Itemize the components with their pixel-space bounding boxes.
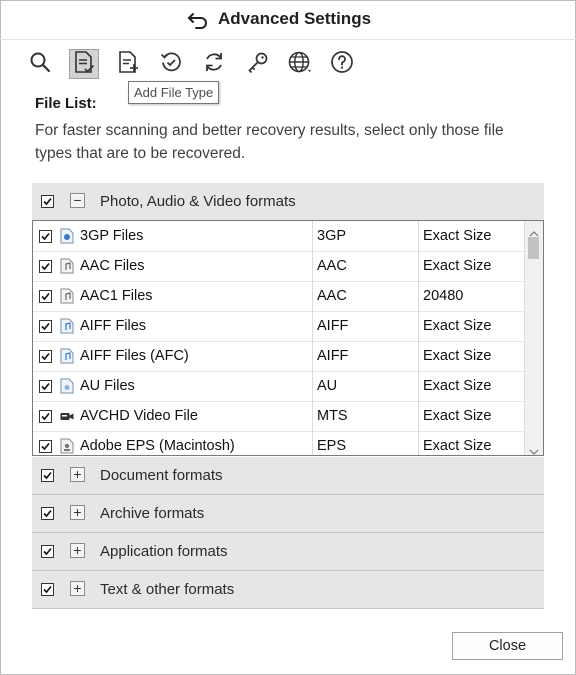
file-size[interactable]: Exact Size: [419, 311, 525, 341]
file-size[interactable]: Exact Size: [419, 401, 525, 431]
expand-toggle[interactable]: +: [70, 543, 85, 558]
file-name: AIFF Files: [33, 311, 313, 341]
file-name: AAC Files: [33, 251, 313, 281]
group-text-other: + Text & other formats: [32, 571, 544, 609]
group-archive: + Archive formats: [32, 495, 544, 533]
vertical-scrollbar[interactable]: [524, 221, 543, 455]
group-checkbox[interactable]: [41, 469, 54, 482]
file-name: AVCHD Video File: [33, 401, 313, 431]
list-item[interactable]: Adobe EPS (Macintosh) EPS Exact Size: [33, 431, 525, 455]
file-name: AU Files: [33, 371, 313, 401]
list-item[interactable]: AU Files AU Exact Size: [33, 371, 525, 401]
clock-check-icon: [159, 50, 183, 79]
file-list-icon: [72, 50, 96, 79]
group-label: Photo, Audio & Video formats: [100, 193, 296, 210]
file-extension: AIFF: [313, 311, 419, 341]
group-checkbox[interactable]: [41, 583, 54, 596]
scroll-down-icon[interactable]: [529, 443, 539, 455]
key-icon: [246, 50, 270, 79]
list-item[interactable]: AIFF Files AIFF Exact Size: [33, 311, 525, 341]
scroll-up-icon[interactable]: [529, 225, 539, 237]
list-item[interactable]: AIFF Files (AFC) AIFF Exact Size: [33, 341, 525, 371]
expand-toggle[interactable]: +: [70, 467, 85, 482]
resume-recovery-button[interactable]: [156, 49, 186, 79]
group-checkbox[interactable]: [41, 195, 54, 208]
search-button[interactable]: [25, 49, 55, 79]
list-item[interactable]: AAC Files AAC Exact Size: [33, 251, 525, 281]
add-file-type-icon: [116, 50, 140, 79]
file-size[interactable]: Exact Size: [419, 371, 525, 401]
group-document: + Document formats: [32, 457, 544, 495]
group-application: + Application formats: [32, 533, 544, 571]
group-label: Archive formats: [100, 505, 205, 522]
scrollbar-thumb[interactable]: [528, 237, 539, 259]
file-size[interactable]: Exact Size: [419, 431, 525, 455]
search-icon: [28, 50, 52, 79]
file-size[interactable]: 20480: [419, 281, 525, 311]
file-list-button[interactable]: [69, 49, 99, 79]
file-name: AIFF Files (AFC): [33, 341, 313, 371]
close-button[interactable]: Close: [452, 632, 563, 660]
file-size[interactable]: Exact Size: [419, 251, 525, 281]
expand-toggle[interactable]: +: [70, 581, 85, 596]
help-button[interactable]: [327, 49, 357, 79]
file-extension: MTS: [313, 401, 419, 431]
file-extension: AU: [313, 371, 419, 401]
file-name: 3GP Files: [33, 221, 313, 251]
list-item[interactable]: AAC1 Files AAC 20480: [33, 281, 525, 311]
title-bar: Advanced Settings: [0, 0, 576, 40]
file-extension: AAC: [313, 251, 419, 281]
registration-button[interactable]: [243, 49, 273, 79]
back-arrow-icon[interactable]: [187, 10, 209, 30]
expand-toggle[interactable]: +: [70, 505, 85, 520]
group-label: Application formats: [100, 543, 228, 560]
collapse-toggle[interactable]: −: [70, 193, 85, 208]
group-label: Text & other formats: [100, 581, 235, 598]
list-item[interactable]: 3GP Files 3GP Exact Size: [33, 221, 525, 251]
file-name: Adobe EPS (Macintosh): [33, 431, 313, 455]
list-item[interactable]: AVCHD Video File MTS Exact Size: [33, 401, 525, 431]
group-label: Document formats: [100, 467, 223, 484]
globe-icon: [287, 50, 311, 79]
group-checkbox[interactable]: [41, 545, 54, 558]
file-list-description: For faster scanning and better recovery …: [35, 122, 504, 162]
file-size[interactable]: Exact Size: [419, 221, 525, 251]
refresh-icon: [202, 50, 226, 79]
file-size[interactable]: Exact Size: [419, 341, 525, 371]
help-icon: [330, 50, 354, 79]
toolbar-divider: [0, 39, 576, 40]
file-extension: 3GP: [313, 221, 419, 251]
add-file-type-button[interactable]: [113, 49, 143, 79]
window-title: Advanced Settings: [218, 9, 372, 28]
group-photo-audio-video: − Photo, Audio & Video formats: [32, 183, 544, 221]
update-button[interactable]: [199, 49, 229, 79]
file-list-title: File List:: [35, 95, 97, 112]
file-type-list[interactable]: 3GP Files 3GP Exact Size AAC Files AAC E…: [32, 220, 544, 456]
language-button[interactable]: [284, 49, 314, 79]
file-extension: EPS: [313, 431, 419, 455]
group-checkbox[interactable]: [41, 507, 54, 520]
file-name: AAC1 Files: [33, 281, 313, 311]
add-file-type-tooltip: Add File Type: [128, 81, 220, 104]
file-extension: AIFF: [313, 341, 419, 371]
file-extension: AAC: [313, 281, 419, 311]
